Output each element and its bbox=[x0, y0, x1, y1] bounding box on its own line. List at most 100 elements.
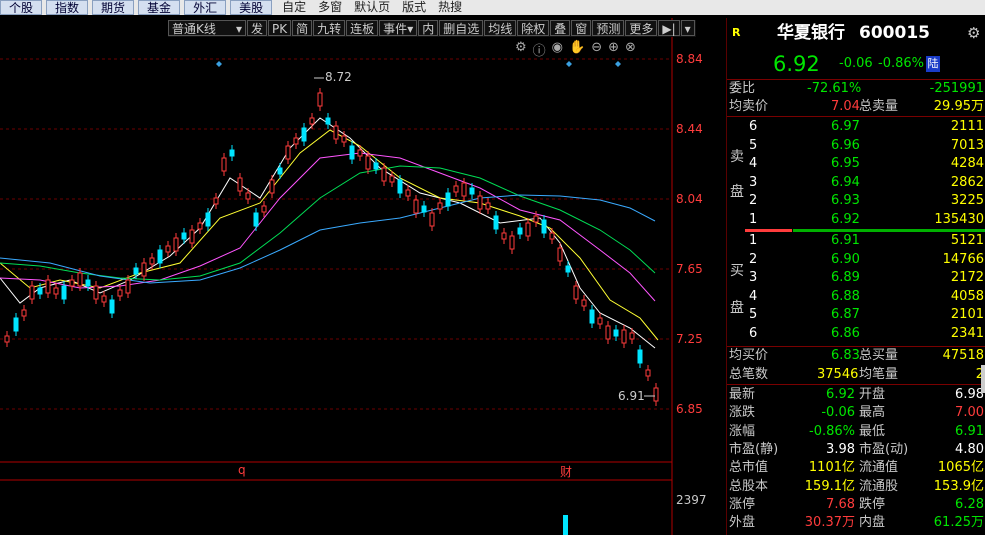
bid-row[interactable]: 6 6.86 2341 bbox=[727, 325, 985, 343]
ask-volume: 4284 bbox=[950, 156, 984, 171]
toolbar-btn-jiuzhuan[interactable]: 九转 bbox=[313, 20, 346, 36]
candle-body bbox=[93, 285, 99, 300]
stat-value: 4.80 bbox=[955, 441, 984, 457]
candle-body bbox=[469, 187, 475, 195]
bid-volume: 2172 bbox=[950, 270, 984, 285]
tab-fund[interactable]: 基金 bbox=[138, 0, 181, 15]
toolbar-btn-fa[interactable]: 发 bbox=[247, 20, 268, 36]
toolbar-btn-nei[interactable]: 内 bbox=[418, 20, 439, 36]
quote-panel: R 华夏银行 600015 ⚙ 6.92 -0.06 -0.86% 陆 委比 -… bbox=[726, 18, 985, 535]
candle-body bbox=[325, 117, 331, 125]
toolbar-btn-forecast[interactable]: 预测 bbox=[592, 20, 625, 36]
candle-body bbox=[245, 192, 251, 200]
bid-volume: 5121 bbox=[950, 233, 984, 248]
candle-body bbox=[173, 237, 179, 252]
candle-body bbox=[541, 219, 547, 234]
stat-value: 30.37万 bbox=[804, 515, 855, 531]
candle-body bbox=[165, 245, 171, 253]
bid-row[interactable]: 3 6.89 2172 bbox=[727, 269, 985, 287]
stat-label: 涨幅 bbox=[729, 423, 756, 439]
stat-label: 内盘 bbox=[859, 515, 886, 531]
scrollbar-thumb[interactable] bbox=[981, 365, 985, 393]
settings-icon[interactable]: ⚙ bbox=[967, 22, 980, 44]
chevron-down-icon: ▾ bbox=[407, 22, 414, 36]
stat-label: 涨停 bbox=[729, 496, 756, 512]
candle-body bbox=[77, 272, 83, 287]
bid-volume: 14766 bbox=[942, 251, 984, 267]
toolbar-btn-delete-watch[interactable]: 删自选 bbox=[439, 20, 484, 36]
tab-forex[interactable]: 外汇 bbox=[184, 0, 227, 15]
kline-chart-area[interactable]: 8.72 6.91 q 财 普通K线 ▾ 发 PK 简 九转 连板 事件▾ 内 删… bbox=[0, 18, 725, 535]
ask-row[interactable]: 1 6.92 135430 bbox=[727, 211, 985, 229]
bid-row[interactable]: 1 6.91 5121 bbox=[727, 232, 985, 250]
price-axis-label: 8.04 bbox=[676, 192, 703, 206]
candle-body bbox=[333, 125, 339, 140]
stock-badge: R bbox=[732, 26, 741, 39]
eye-icon[interactable]: ◉ bbox=[552, 40, 563, 59]
tab-us-stock[interactable]: 美股 bbox=[230, 0, 273, 15]
tab-index[interactable]: 指数 bbox=[46, 0, 89, 15]
toolbar-btn-overlay[interactable]: 叠 bbox=[550, 20, 571, 36]
total-bid-value: 47518 bbox=[942, 348, 984, 363]
link-default-page[interactable]: 默认页 bbox=[348, 0, 396, 15]
bid-row[interactable]: 5 6.87 2101 bbox=[727, 306, 985, 324]
stat-value: -0.86% bbox=[809, 423, 855, 439]
ask-row[interactable]: 2 6.93 3225 bbox=[727, 192, 985, 210]
stat-label: 总市值 bbox=[729, 460, 769, 476]
toolbar-dropdown-icon[interactable]: ▾ bbox=[680, 20, 695, 36]
close-circle-icon[interactable]: ⊗ bbox=[625, 40, 636, 59]
plus-circle-icon[interactable]: ⊕ bbox=[608, 40, 619, 59]
ask-row[interactable]: 6 6.97 2111 bbox=[727, 118, 985, 136]
ask-row[interactable]: 5 6.96 7013 bbox=[727, 137, 985, 155]
link-hot-search[interactable]: 热搜 bbox=[432, 0, 468, 15]
kline-type-select[interactable]: 普通K线 ▾ bbox=[168, 20, 246, 36]
price-axis-label: 7.65 bbox=[676, 262, 703, 276]
ratio-value: -72.61% bbox=[807, 81, 862, 96]
hand-icon[interactable]: ✋ bbox=[569, 40, 585, 59]
divider bbox=[727, 384, 985, 385]
candle-body bbox=[157, 249, 163, 264]
link-layout[interactable]: 版式 bbox=[396, 0, 432, 15]
stat-label: 涨跌 bbox=[729, 405, 756, 421]
low-label: 6.91 bbox=[618, 389, 645, 403]
candle-body bbox=[365, 155, 371, 170]
stat-value: 61.25万 bbox=[933, 515, 984, 531]
minus-circle-icon[interactable]: ⊖ bbox=[591, 40, 602, 59]
bid-row[interactable]: 2 6.90 14766 bbox=[727, 251, 985, 269]
toolbar-btn-ma[interactable]: 均线 bbox=[484, 20, 517, 36]
toolbar-btn-lianban[interactable]: 连板 bbox=[346, 20, 379, 36]
bid-level: 6 bbox=[749, 325, 758, 341]
toolbar-btn-more[interactable]: 更多 bbox=[625, 20, 658, 36]
toolbar-btn-pk[interactable]: PK bbox=[268, 20, 292, 36]
candle-body bbox=[533, 215, 539, 223]
tab-stock[interactable]: 个股 bbox=[0, 0, 43, 15]
stat-label: 最低 bbox=[859, 423, 886, 439]
stat-row: 涨停 7.68 跌停 6.28 bbox=[727, 496, 985, 514]
stat-value: -0.06 bbox=[821, 405, 855, 421]
bid-row[interactable]: 4 6.88 4058 bbox=[727, 288, 985, 306]
ask-row[interactable]: 4 6.95 4284 bbox=[727, 155, 985, 173]
candle-body bbox=[45, 279, 51, 294]
bid-level: 1 bbox=[749, 233, 758, 248]
stat-label: 最新 bbox=[729, 387, 756, 402]
tab-futures[interactable]: 期货 bbox=[92, 0, 135, 15]
chart-icon-row: ⚙ ⓘ ◉ ✋ ⊖ ⊕ ⊗ bbox=[515, 40, 642, 59]
toolbar-play-icon[interactable]: ▶| bbox=[658, 20, 680, 36]
toolbar-btn-exright[interactable]: 除权 bbox=[517, 20, 550, 36]
ask-row[interactable]: 3 6.94 2862 bbox=[727, 174, 985, 192]
link-multi-window[interactable]: 多窗 bbox=[312, 0, 348, 15]
info-icon[interactable]: ⓘ bbox=[533, 40, 546, 59]
settings-icon[interactable]: ⚙ bbox=[515, 40, 527, 59]
candle-body bbox=[429, 212, 435, 227]
toolbar-btn-event[interactable]: 事件▾ bbox=[379, 20, 418, 36]
candle-body bbox=[117, 289, 123, 297]
toolbar-btn-jian[interactable]: 简 bbox=[292, 20, 313, 36]
candle-body bbox=[85, 279, 91, 287]
candle-body bbox=[101, 295, 107, 303]
toolbar-btn-window[interactable]: 窗 bbox=[571, 20, 592, 36]
candle-body bbox=[253, 212, 259, 227]
candle-body bbox=[301, 127, 307, 142]
candle-body bbox=[349, 145, 355, 160]
bid-price: 6.86 bbox=[831, 325, 860, 341]
link-custom[interactable]: 自定 bbox=[276, 0, 312, 15]
